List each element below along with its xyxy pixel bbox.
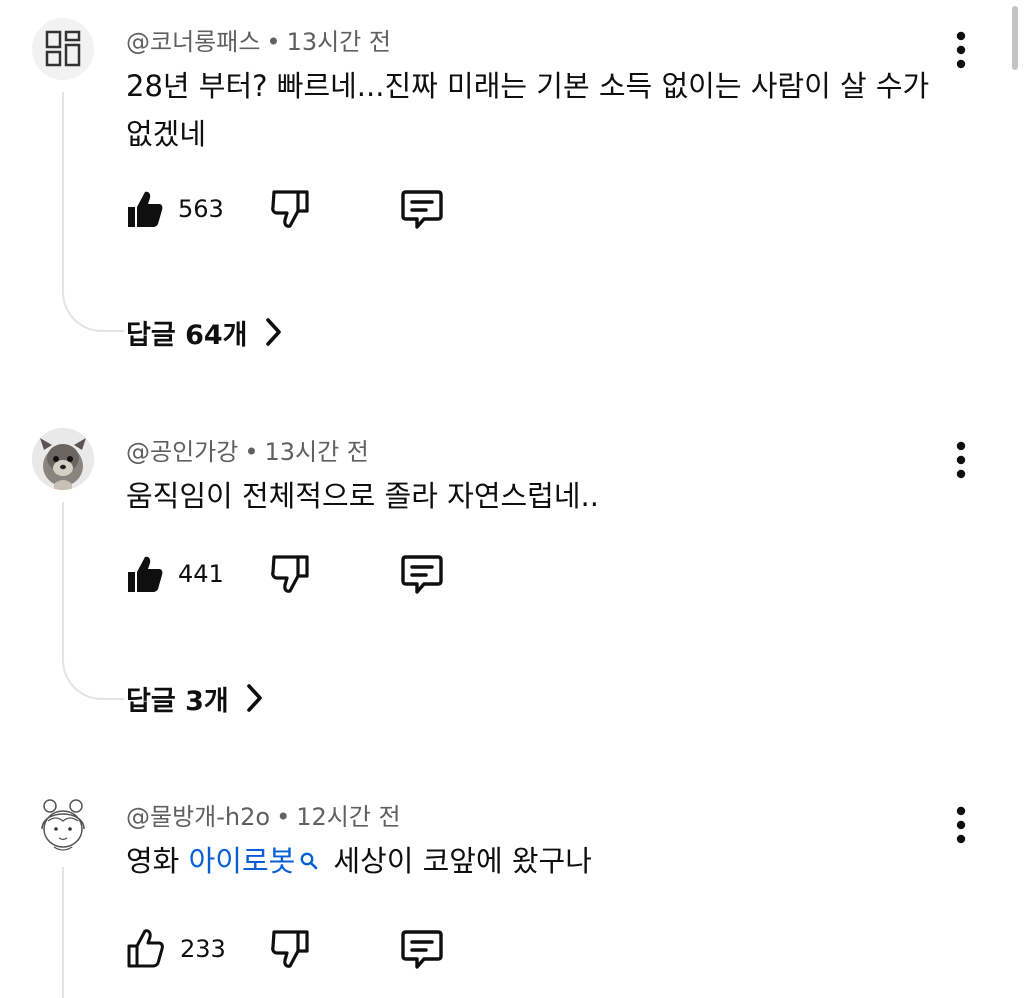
reply-button[interactable] xyxy=(400,550,444,598)
avatar[interactable] xyxy=(32,428,94,490)
square-grid-avatar-icon xyxy=(45,30,81,67)
comment-item: @코너롱패스 • 13시간 전 28년 부터? 빠르네...진짜 미래는 기본 소득… xyxy=(0,0,1024,380)
comment-actions: 563 xyxy=(126,185,466,233)
comment-meta: @공인가강 • 13시간 전 xyxy=(126,432,369,467)
like-count: 233 xyxy=(180,935,226,963)
more-vert-icon xyxy=(956,31,966,69)
timestamp[interactable]: 13시간 전 xyxy=(264,438,368,466)
thumbs-down-icon xyxy=(271,930,309,968)
author-name[interactable]: @공인가강 xyxy=(126,438,238,466)
comment-item: @물방개-h2o • 12시간 전 영화 아이로봇 세상이 코앞에 왔구나 233 xyxy=(0,775,1024,998)
like-button[interactable]: 233 xyxy=(126,925,226,973)
more-options-button[interactable] xyxy=(946,438,976,482)
reply-icon xyxy=(401,930,443,969)
comment-text: 28년 부터? 빠르네...진짜 미래는 기본 소득 없이는 사람이 살 수가 … xyxy=(126,69,930,151)
like-count: 441 xyxy=(178,560,224,588)
thumbs-up-icon xyxy=(128,556,163,592)
search-link[interactable]: 아이로봇 xyxy=(189,844,296,878)
chevron-right-icon xyxy=(246,684,262,712)
comment-text: 움직임이 전체적으로 졸라 자연스럽네.. xyxy=(126,479,599,513)
dislike-button[interactable] xyxy=(270,550,310,598)
comment-item: @공인가강•13시간 전 움직임이 전체적으로 졸라 자연스럽네.. 441 xyxy=(0,410,1024,750)
avatar[interactable] xyxy=(32,793,94,855)
puppy-photo-avatar-icon xyxy=(32,428,94,490)
comment-actions: 441 xyxy=(126,550,466,598)
more-options-button[interactable] xyxy=(946,28,976,72)
more-vert-icon xyxy=(956,806,966,844)
timestamp[interactable]: 13시간 전 xyxy=(287,28,391,56)
reply-button[interactable] xyxy=(400,925,444,973)
replies-label: 답글 3개 xyxy=(126,685,229,717)
comment-actions: 233 xyxy=(126,925,466,973)
like-button[interactable]: 441 xyxy=(126,550,224,598)
meta-separator: • xyxy=(266,28,281,56)
author-name[interactable]: @코너롱패스 xyxy=(126,28,260,56)
thread-line xyxy=(62,92,124,332)
author-name[interactable]: @물방개-h2o xyxy=(126,803,270,831)
timestamp[interactable]: 12시간 전 xyxy=(296,803,400,831)
more-options-button[interactable] xyxy=(946,803,976,847)
thumbs-down-icon xyxy=(271,190,309,228)
more-vert-icon xyxy=(956,441,966,479)
comment-text: 영화 아이로봇 세상이 코앞에 왔구나 xyxy=(126,837,946,885)
thumbs-up-icon xyxy=(128,191,163,227)
like-count: 563 xyxy=(178,195,224,223)
thumbs-down-icon xyxy=(271,555,309,593)
search-icon[interactable] xyxy=(299,837,319,870)
replies-toggle[interactable]: 답글 64개 xyxy=(126,312,284,352)
meta-separator: • xyxy=(244,438,259,466)
dislike-button[interactable] xyxy=(270,925,310,973)
replies-label: 답글 64개 xyxy=(126,319,248,351)
comment-meta: @코너롱패스 • 13시간 전 xyxy=(126,22,391,57)
replies-toggle[interactable]: 답글 3개 xyxy=(126,678,265,718)
thread-line xyxy=(62,502,124,700)
avatar[interactable] xyxy=(32,18,94,80)
reply-icon xyxy=(401,555,443,594)
like-button[interactable]: 563 xyxy=(126,185,224,233)
comment-text-after: 세상이 코앞에 왔구나 xyxy=(333,844,592,878)
dislike-button[interactable] xyxy=(270,185,310,233)
thread-line xyxy=(62,867,124,998)
meta-separator: • xyxy=(276,803,291,831)
comment-text-before: 영화 xyxy=(126,844,189,878)
reply-button[interactable] xyxy=(400,185,444,233)
comment-meta: @물방개-h2o • 12시간 전 xyxy=(126,797,401,832)
thumbs-up-icon xyxy=(127,929,164,968)
chevron-right-icon xyxy=(265,318,281,346)
sketch-girl-avatar-icon xyxy=(41,799,85,851)
reply-icon xyxy=(401,190,443,229)
